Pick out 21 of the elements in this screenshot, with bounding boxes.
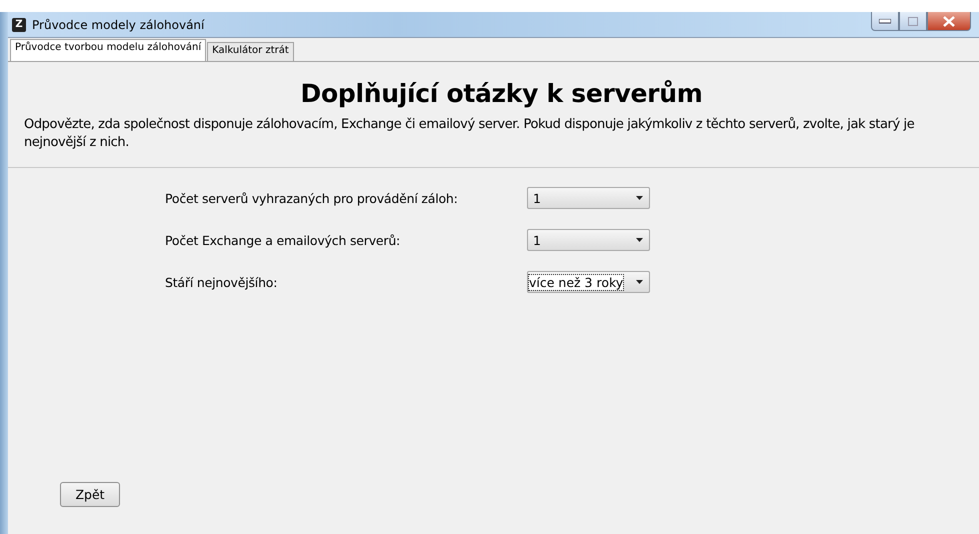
field-label: Stáří nejnovějšího: [165,274,278,290]
page-heading: Doplňující otázky k serverům [300,79,704,108]
tab[interactable]: Kalkulátor ztrát [207,42,294,61]
caret-icon [636,238,643,242]
maximize-icon [908,16,918,26]
field-label: Počet Exchange a emailových serverů: [165,232,402,248]
caret-icon [636,280,643,284]
description-text: Odpovězte, zda společnost disponuje zálohovacím, Exchange či emailový server. Pokud disponuje jakýmkoliv z těchto serverů, zvolte, jak starý je nejnovější z nich. [24,116,916,152]
back-button[interactable]: Zpět [60,482,120,507]
close-icon [943,16,955,26]
dropdown[interactable]: 1 [527,187,650,209]
app-logo-icon: Z [12,18,26,32]
close-button[interactable] [927,12,971,31]
window-title: Průvodce modely zálohování [32,18,204,32]
minimize-button[interactable] [871,12,899,31]
caret-icon [636,196,643,200]
dropdown[interactable]: 1 [527,229,650,251]
field-label: Počet serverů vyhrazaných pro provádění záloh: [165,190,459,206]
minimize-icon [879,18,891,24]
tab[interactable]: Průvodce tvorbou modelu zálohování [10,39,206,61]
dropdown[interactable]: více než 3 roky [527,271,650,293]
